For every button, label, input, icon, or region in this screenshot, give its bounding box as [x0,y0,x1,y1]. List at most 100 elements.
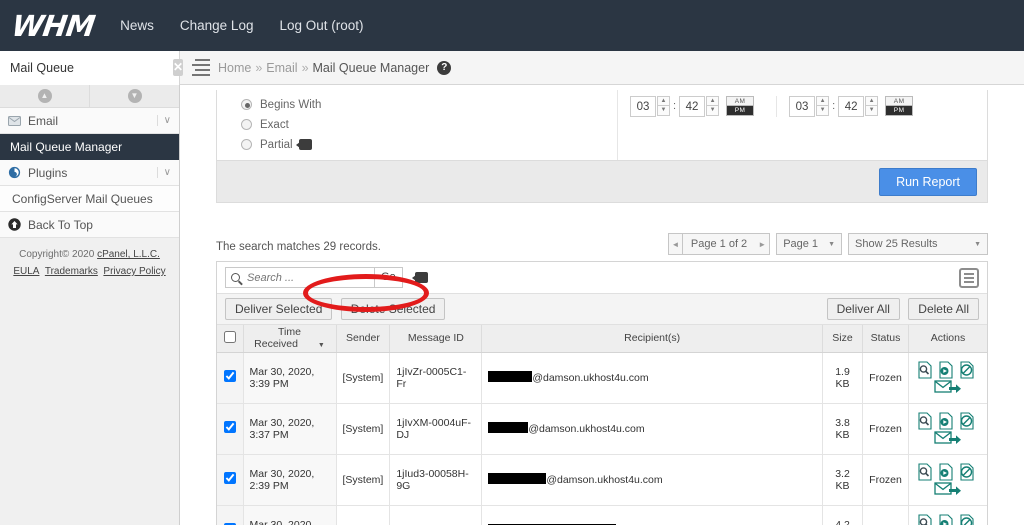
deliver-now-icon[interactable] [934,481,962,498]
minute-value[interactable]: 42 [679,96,706,117]
row-actions [915,360,981,396]
sidebar-item-back-to-top[interactable]: Back To Top [0,212,179,238]
chevron-down-icon[interactable]: ▼ [657,106,670,116]
chevron-down-icon[interactable]: ∨ [156,167,171,178]
chevron-down-icon[interactable]: ▼ [90,85,179,107]
radio-button[interactable] [241,139,252,150]
radio-partial[interactable]: Partial [241,136,617,153]
chevron-up-icon[interactable]: ▲ [657,96,670,106]
table-search-input[interactable] [245,270,370,285]
deliver-message-icon[interactable] [936,360,956,380]
breadcrumb-bar: ✕ Home » Email » Mail Queue Manager ? [0,50,1024,85]
eula-link[interactable]: EULA [13,266,39,277]
chevron-down-icon[interactable]: ▼ [706,106,720,116]
radio-label: Partial [260,138,293,151]
cpanel-link[interactable]: cPanel, L.L.C. [97,249,160,260]
meridiem-am[interactable]: AM [885,96,914,106]
page-select-dropdown[interactable]: Page 1 ▼ [776,233,842,255]
chevron-up-icon[interactable]: ▲ [706,96,720,106]
radio-button[interactable] [241,119,252,130]
close-icon[interactable]: ✕ [173,59,184,76]
view-message-icon[interactable] [915,411,935,431]
chevron-down-icon[interactable]: ▼ [865,106,879,116]
go-button[interactable]: Go [375,267,403,288]
view-message-icon[interactable] [915,360,935,380]
view-message-icon[interactable] [915,462,935,482]
cell-status: Frozen [862,505,909,525]
hour-value[interactable]: 03 [789,96,816,117]
unfreeze-message-icon[interactable] [957,513,977,525]
row-checkbox[interactable] [223,472,236,484]
nav-news[interactable]: News [120,18,154,33]
tooltip-icon[interactable] [295,139,312,150]
deliver-message-icon[interactable] [936,411,956,431]
sidebar-item-plugins[interactable]: Plugins ∨ [0,160,179,186]
cell-status: Frozen [862,403,909,455]
meridiem-am[interactable]: AM [726,96,755,106]
meridiem-pm[interactable]: PM [726,106,755,116]
sidebar-item-mail-queue-manager[interactable]: Mail Queue Manager [0,134,179,160]
hour-stepper-end[interactable]: 03 ▲ ▼ [789,96,830,117]
row-checkbox[interactable] [223,421,236,433]
run-report-button[interactable]: Run Report [879,167,977,196]
sidebar-search-input[interactable] [8,59,173,76]
chevron-up-icon[interactable]: ▲ [0,85,90,107]
deliver-now-icon[interactable] [934,430,962,447]
sidebar-item-configserver-mail-queues[interactable]: ConfigServer Mail Queues [0,186,179,212]
sidebar-item-label: ConfigServer Mail Queues [12,191,153,206]
delete-selected-button[interactable]: Delete Selected [340,298,446,320]
privacy-policy-link[interactable]: Privacy Policy [103,266,165,277]
radio-begins-with[interactable]: Begins With [241,96,617,113]
column-header-message-id[interactable]: Message ID [389,325,483,353]
chevron-up-icon[interactable]: ▲ [865,96,879,106]
deliver-selected-button[interactable]: Deliver Selected [225,298,333,320]
breadcrumb-home[interactable]: Home [218,61,251,75]
column-header-status[interactable]: Status [862,325,909,353]
whm-logo[interactable]: WHM [10,9,97,43]
cell-recipients: @damson.ukhost4u.com [481,352,823,404]
trademarks-link[interactable]: Trademarks [45,266,98,277]
meridiem-pm[interactable]: PM [885,106,914,116]
minute-stepper-end[interactable]: 42 ▲ ▼ [838,96,879,117]
cell-sender: [System] [336,352,391,404]
column-header-recipients[interactable]: Recipient(s) [481,325,823,353]
view-message-icon[interactable] [915,513,935,525]
radio-exact[interactable]: Exact [241,116,617,133]
deliver-message-icon[interactable] [936,513,956,525]
table-row: Mar 30, 2020, 3:37 PM [System] 1jIvXM-0004… [217,403,987,455]
unfreeze-message-icon[interactable] [957,462,977,482]
meridiem-toggle-end[interactable]: AM PM [885,96,914,116]
column-header-time-received[interactable]: Time Received ▼ [243,325,337,353]
unfreeze-message-icon[interactable] [957,411,977,431]
column-header-size[interactable]: Size [822,325,863,353]
results-per-page-dropdown[interactable]: Show 25 Results ▼ [848,233,988,255]
hour-value[interactable]: 03 [630,96,656,117]
meridiem-toggle-start[interactable]: AM PM [726,96,755,116]
chevron-down-icon[interactable]: ▼ [816,106,830,116]
nav-logout[interactable]: Log Out (root) [279,18,363,33]
deliver-message-icon[interactable] [936,462,956,482]
unfreeze-message-icon[interactable] [957,360,977,380]
chevron-down-icon[interactable]: ∨ [156,115,171,126]
nav-change-log[interactable]: Change Log [180,18,254,33]
chevron-up-icon[interactable]: ▲ [816,96,830,106]
delete-all-button[interactable]: Delete All [908,298,979,320]
search-form-row: Begins With Exact Partial 03 ▲ ▼: 42 ▲ … [217,90,987,160]
list-view-icon[interactable] [959,267,979,288]
help-icon[interactable]: ? [437,60,452,75]
tooltip-icon[interactable] [411,272,428,283]
sidebar-item-email[interactable]: Email ∨ [0,108,179,134]
radio-button[interactable] [241,99,252,110]
next-page-button[interactable]: ► [755,233,771,255]
minute-stepper-start[interactable]: 42 ▲ ▼ [679,96,720,117]
minute-value[interactable]: 42 [838,96,865,117]
hour-stepper-start[interactable]: 03 ▲ ▼ [630,96,670,117]
hamburger-menu-icon[interactable] [186,58,210,77]
breadcrumb-email[interactable]: Email [266,61,297,75]
column-header-sender[interactable]: Sender [336,325,391,353]
deliver-now-icon[interactable] [934,379,962,396]
deliver-all-button[interactable]: Deliver All [826,298,900,320]
select-all-checkbox[interactable] [223,330,236,343]
row-checkbox[interactable] [223,370,236,382]
prev-page-button[interactable]: ◄ [667,233,683,255]
